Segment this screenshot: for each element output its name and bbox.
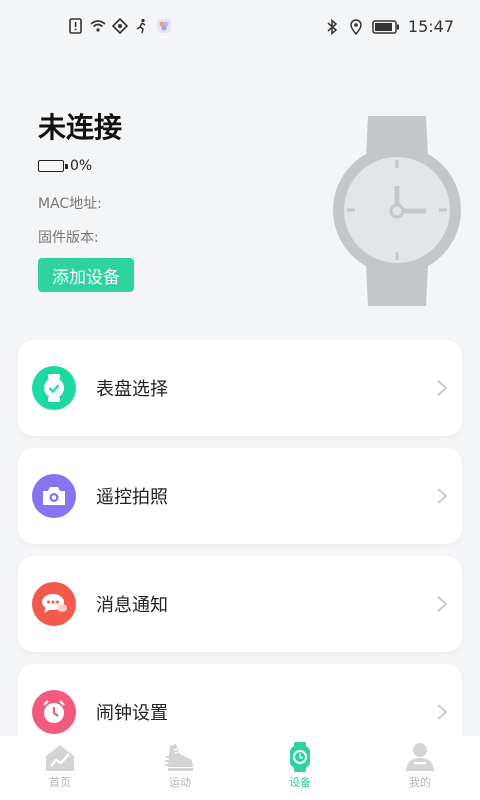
status-bar: 15:47 — [0, 0, 480, 56]
tab-label: 我的 — [409, 776, 431, 789]
menu-item-label: 消息通知 — [96, 595, 168, 616]
runner-app-icon — [136, 18, 146, 34]
tab-label: 运动 — [169, 776, 191, 789]
camera-icon — [32, 474, 76, 518]
battery-icon — [372, 19, 399, 34]
bottom-tab-bar: 首页 运动 设备 我的 — [0, 736, 480, 800]
menu-item-label: 遥控拍照 — [96, 487, 168, 508]
chevron-right-icon — [437, 380, 448, 396]
home-chart-icon — [46, 745, 74, 771]
wifi-icon — [90, 20, 106, 32]
device-battery-percent: 0% — [70, 158, 93, 174]
status-icons-right: 15:47 — [324, 17, 454, 36]
tab-home[interactable]: 首页 — [0, 736, 120, 800]
add-device-button[interactable]: 添加设备 — [38, 258, 134, 292]
menu-item-label: 表盘选择 — [96, 379, 168, 400]
chevron-right-icon — [437, 596, 448, 612]
watch-illustration — [333, 116, 461, 306]
bluetooth-icon — [327, 18, 338, 35]
mac-address-label: MAC地址: — [38, 196, 102, 212]
sim-alert-icon — [69, 18, 82, 34]
profile-icon — [406, 743, 434, 771]
tab-device[interactable]: 设备 — [240, 736, 360, 800]
alarm-icon — [32, 690, 76, 734]
firmware-version-label: 固件版本: — [38, 230, 99, 246]
smartwatch-icon — [290, 742, 310, 772]
location-icon — [350, 18, 362, 35]
menu-item-remote-camera[interactable]: 遥控拍照 — [18, 448, 462, 544]
tab-sport[interactable]: 运动 — [120, 736, 240, 800]
chevron-right-icon — [437, 704, 448, 720]
watch-face-icon — [32, 366, 76, 410]
status-time: 15:47 — [407, 17, 454, 36]
photos-app-icon — [157, 19, 171, 33]
message-icon — [32, 582, 76, 626]
tab-label: 设备 — [289, 776, 311, 789]
device-battery-row: 0% — [38, 158, 92, 174]
tab-profile[interactable]: 我的 — [360, 736, 480, 800]
menu-item-message-notification[interactable]: 消息通知 — [18, 556, 462, 652]
sneaker-icon — [165, 744, 193, 771]
connection-status-title: 未连接 — [38, 111, 123, 144]
tab-label: 首页 — [49, 776, 71, 789]
chevron-right-icon — [437, 488, 448, 504]
status-icons-left — [68, 18, 172, 34]
hotspot-icon — [112, 18, 128, 34]
device-battery-icon — [38, 160, 68, 172]
menu-item-watch-face[interactable]: 表盘选择 — [18, 340, 462, 436]
menu-item-label: 闹钟设置 — [96, 703, 168, 724]
